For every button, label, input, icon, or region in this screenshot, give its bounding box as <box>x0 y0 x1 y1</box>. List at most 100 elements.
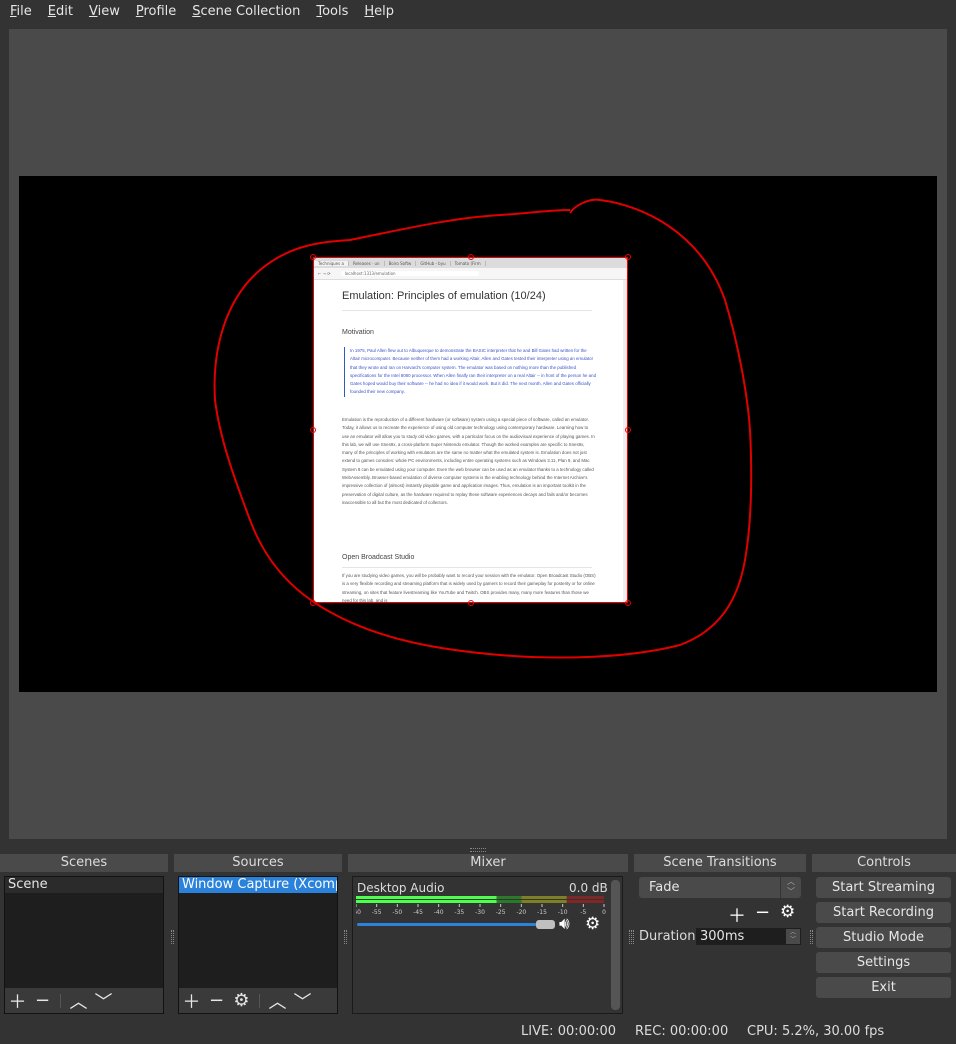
menu-profile[interactable]: Profile <box>126 4 182 19</box>
audio-channel-name: Desktop Audio <box>357 881 445 895</box>
start-streaming-button[interactable]: Start Streaming <box>816 877 951 898</box>
meter-tick-label: -25 <box>496 909 506 916</box>
remove-scene-button[interactable]: − <box>30 988 55 1013</box>
transitions-dock-title: Scene Transitions <box>634 854 806 872</box>
meter-tick-label: -30 <box>475 909 485 916</box>
resize-handle-bottom-right[interactable] <box>625 600 631 606</box>
add-transition-button[interactable]: ＋ <box>728 902 746 928</box>
preview-dock-splitter[interactable] <box>470 848 486 852</box>
captured-scrollbar <box>623 280 627 602</box>
move-source-down-button[interactable]: ﹀ <box>290 988 315 1013</box>
captured-heading-motivation: Motivation <box>342 329 374 336</box>
dock-splitter-grip[interactable] <box>631 930 634 944</box>
menu-view-label: iew <box>97 3 120 19</box>
menu-scene-collection-label: cene Collection <box>200 3 301 19</box>
start-recording-button[interactable]: Start Recording <box>816 902 951 923</box>
window-capture-source[interactable]: Techniques a Releases · un Boiro Softw G… <box>313 257 628 603</box>
source-list-item[interactable]: Window Capture (Xcomposite) <box>179 877 337 893</box>
add-source-button[interactable]: ＋ <box>179 988 204 1013</box>
captured-heading-obs: Open Broadcast Studio <box>342 554 415 561</box>
spin-arrows-icon: ︿ ﹀ <box>780 877 801 898</box>
resize-handle-left[interactable] <box>310 427 316 433</box>
speaker-mute-icon[interactable]: 🔊︎ <box>559 914 570 934</box>
dock-splitter-grip[interactable] <box>810 930 813 944</box>
menu-file-label: ile <box>16 3 32 19</box>
meter-tick-label: -45 <box>413 909 423 916</box>
captured-tab: Techniques a <box>314 260 349 266</box>
menu-help[interactable]: Help <box>354 4 400 19</box>
chevron-down-icon: ﹀ <box>94 991 113 1013</box>
minus-icon: − <box>208 990 225 1011</box>
mixer-scrollbar[interactable] <box>611 880 620 1010</box>
resize-handle-bottom[interactable] <box>468 600 474 606</box>
duration-label: Duration <box>639 929 696 944</box>
captured-tab: Boiro Softw <box>385 260 417 266</box>
volume-slider-handle[interactable] <box>536 920 555 929</box>
meter-tick-label: -15 <box>537 909 547 916</box>
resize-handle-right[interactable] <box>625 427 631 433</box>
move-scene-up-button[interactable]: ︿ <box>66 988 91 1013</box>
captured-tab: Tomato (Firm <box>451 260 486 266</box>
menu-edit-mnemonic: E <box>47 3 56 19</box>
toolbar-separator <box>60 993 61 1008</box>
resize-handle-bottom-left[interactable] <box>310 600 316 606</box>
captured-url: localhost:1313/emulation <box>340 271 479 276</box>
captured-browser-urlbar: ← → ⟳ localhost:1313/emulation <box>314 268 627 280</box>
chevron-up-icon: ︿ <box>69 991 88 1013</box>
toolbar-separator <box>259 993 260 1008</box>
meter-level-fill <box>356 896 497 899</box>
minus-icon: − <box>34 990 51 1011</box>
spin-arrows-icon[interactable]: ︿ ﹀ <box>786 929 800 944</box>
transition-properties-gear-icon[interactable]: ⚙ <box>780 902 795 922</box>
dock-splitter-grip[interactable] <box>171 930 174 944</box>
resize-handle-top-left[interactable] <box>310 254 316 260</box>
meter-tick-label: -55 <box>372 909 382 916</box>
menu-tools[interactable]: Tools <box>306 4 354 19</box>
move-scene-down-button[interactable]: ﹀ <box>91 988 116 1013</box>
studio-mode-button[interactable]: Studio Mode <box>816 927 951 948</box>
captured-divider <box>342 310 592 311</box>
remove-transition-button[interactable]: − <box>755 902 770 923</box>
dock-splitter-grip[interactable] <box>344 930 347 944</box>
scene-list-item[interactable]: Scene <box>5 877 163 893</box>
duration-spinbox[interactable]: 300ms ︿ ﹀ <box>696 928 801 945</box>
mixer-dock-title: Mixer <box>348 854 628 872</box>
captured-tab: GitHub - byu <box>416 260 451 266</box>
gear-icon: ⚙ <box>233 990 250 1011</box>
gear-icon[interactable]: ⚙ <box>585 914 600 934</box>
menu-file[interactable]: File <box>0 4 38 19</box>
volume-slider-track[interactable] <box>357 923 537 926</box>
controls-dock-title: Controls <box>812 854 956 872</box>
captured-paragraph: If you are studying video games, you wil… <box>342 573 596 603</box>
menu-help-label: elp <box>374 3 395 19</box>
menu-view[interactable]: View <box>79 4 126 19</box>
add-scene-button[interactable]: ＋ <box>5 988 30 1013</box>
meter-tick-label: -40 <box>434 909 444 916</box>
audio-level-readout: 0.0 dB <box>569 881 608 895</box>
menu-edit[interactable]: Edit <box>38 4 79 19</box>
menu-bar: File Edit View Profile Scene Collection … <box>0 0 956 22</box>
menu-scene-collection[interactable]: Scene Collection <box>182 4 306 19</box>
transition-select[interactable]: Fade ︿ ﹀ <box>639 877 801 898</box>
captured-quote: In 1975, Paul Allen flew out to Albuquer… <box>344 347 596 397</box>
live-status: LIVE: 00:00:00 <box>521 1024 617 1039</box>
source-properties-button[interactable]: ⚙ <box>229 988 254 1013</box>
transition-selected-value: Fade <box>649 880 680 895</box>
captured-nav-icons: ← → ⟳ <box>318 271 331 276</box>
captured-divider <box>342 567 592 568</box>
menu-scene-collection-mnemonic: S <box>192 3 201 19</box>
scenes-dock-title: Scenes <box>0 854 168 872</box>
sources-toolbar: ＋ − ⚙ ︿ ﹀ <box>179 988 337 1013</box>
sources-dock-title: Sources <box>174 854 342 872</box>
resize-handle-top[interactable] <box>468 254 474 260</box>
remove-source-button[interactable]: − <box>204 988 229 1013</box>
exit-button[interactable]: Exit <box>816 977 951 998</box>
settings-button[interactable]: Settings <box>816 952 951 973</box>
move-source-up-button[interactable]: ︿ <box>265 988 290 1013</box>
resize-handle-top-right[interactable] <box>625 254 631 260</box>
cpu-fps-status: CPU: 5.2%, 30.00 fps <box>747 1024 885 1039</box>
chevron-up-icon: ︿ <box>268 991 287 1013</box>
audio-meter: -60-55-50-45-40-35-30-25-20-15-10-50 <box>356 896 606 916</box>
menu-profile-label: rofile <box>143 3 177 19</box>
menu-view-mnemonic: V <box>88 3 98 19</box>
